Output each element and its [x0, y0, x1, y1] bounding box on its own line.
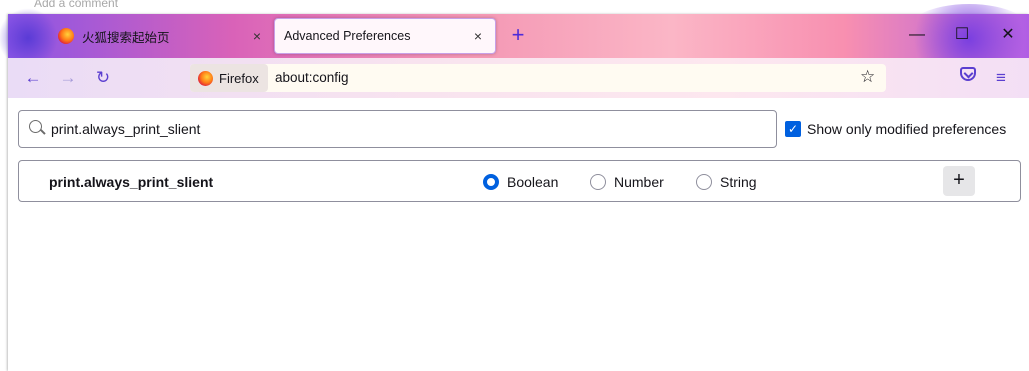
url-text[interactable]: about:config	[275, 70, 349, 85]
type-label: Number	[614, 174, 664, 190]
radio-unselected-icon[interactable]	[696, 174, 712, 190]
hamburger-menu-icon[interactable]: ≡	[996, 66, 1006, 90]
background-comment-text: Add a comment	[34, 0, 119, 10]
tab-firefox-search-home[interactable]: 火狐搜索起始页 ×	[50, 18, 274, 54]
bookmark-star-icon[interactable]: ☆	[860, 67, 875, 87]
radio-selected-icon[interactable]	[483, 174, 499, 190]
new-tab-button[interactable]: +	[508, 24, 528, 46]
maximize-button[interactable]: ☐	[950, 24, 974, 46]
type-radio-boolean[interactable]: Boolean	[483, 174, 558, 190]
search-icon	[29, 120, 42, 133]
back-button[interactable]: ←	[20, 66, 46, 90]
type-label: Boolean	[507, 174, 559, 190]
url-bar[interactable]: Firefox about:config ☆	[190, 64, 886, 92]
type-label: String	[720, 174, 757, 190]
show-modified-checkbox[interactable]: ✓	[785, 121, 801, 137]
radio-unselected-icon[interactable]	[590, 174, 606, 190]
firefox-favicon-icon	[58, 28, 74, 44]
reload-button[interactable]: ↻	[90, 66, 116, 90]
identity-box[interactable]: Firefox	[190, 64, 268, 92]
preference-search-box[interactable]	[18, 110, 777, 148]
background-page-left-edge	[0, 14, 8, 371]
background-page-strip: Add a comment	[0, 0, 1029, 14]
add-preference-button[interactable]: +	[943, 166, 975, 196]
tab-strip: 火狐搜索起始页 × Advanced Preferences × + — ☐ ✕	[0, 4, 1029, 74]
about-config-page: ✓ Show only modified preferences print.a…	[8, 98, 1029, 371]
tab-title: Advanced Preferences	[284, 29, 411, 43]
pocket-icon[interactable]	[960, 67, 976, 81]
close-window-button[interactable]: ✕	[996, 24, 1020, 46]
search-input[interactable]	[51, 118, 751, 140]
navigation-toolbar: ← → ↻ Firefox about:config ☆ ≡	[8, 58, 1029, 98]
minimize-button[interactable]: —	[905, 24, 929, 46]
new-preference-row: print.always_print_slient Boolean Number…	[18, 160, 1021, 202]
type-radio-string[interactable]: String	[696, 174, 757, 190]
forward-button[interactable]: →	[55, 66, 81, 90]
preference-name: print.always_print_slient	[49, 174, 214, 190]
firefox-logo-icon	[198, 70, 213, 86]
show-modified-toggle[interactable]: ✓ Show only modified preferences	[785, 121, 1006, 137]
firefox-window: 火狐搜索起始页 × Advanced Preferences × + — ☐ ✕…	[0, 4, 1029, 371]
tab-title: 火狐搜索起始页	[82, 30, 170, 45]
type-radio-number[interactable]: Number	[590, 174, 664, 190]
identity-label: Firefox	[219, 70, 259, 86]
close-tab-icon[interactable]: ×	[469, 27, 487, 45]
tab-advanced-preferences[interactable]: Advanced Preferences ×	[274, 18, 496, 54]
close-tab-icon[interactable]: ×	[248, 27, 266, 45]
show-modified-label: Show only modified preferences	[807, 121, 1007, 137]
